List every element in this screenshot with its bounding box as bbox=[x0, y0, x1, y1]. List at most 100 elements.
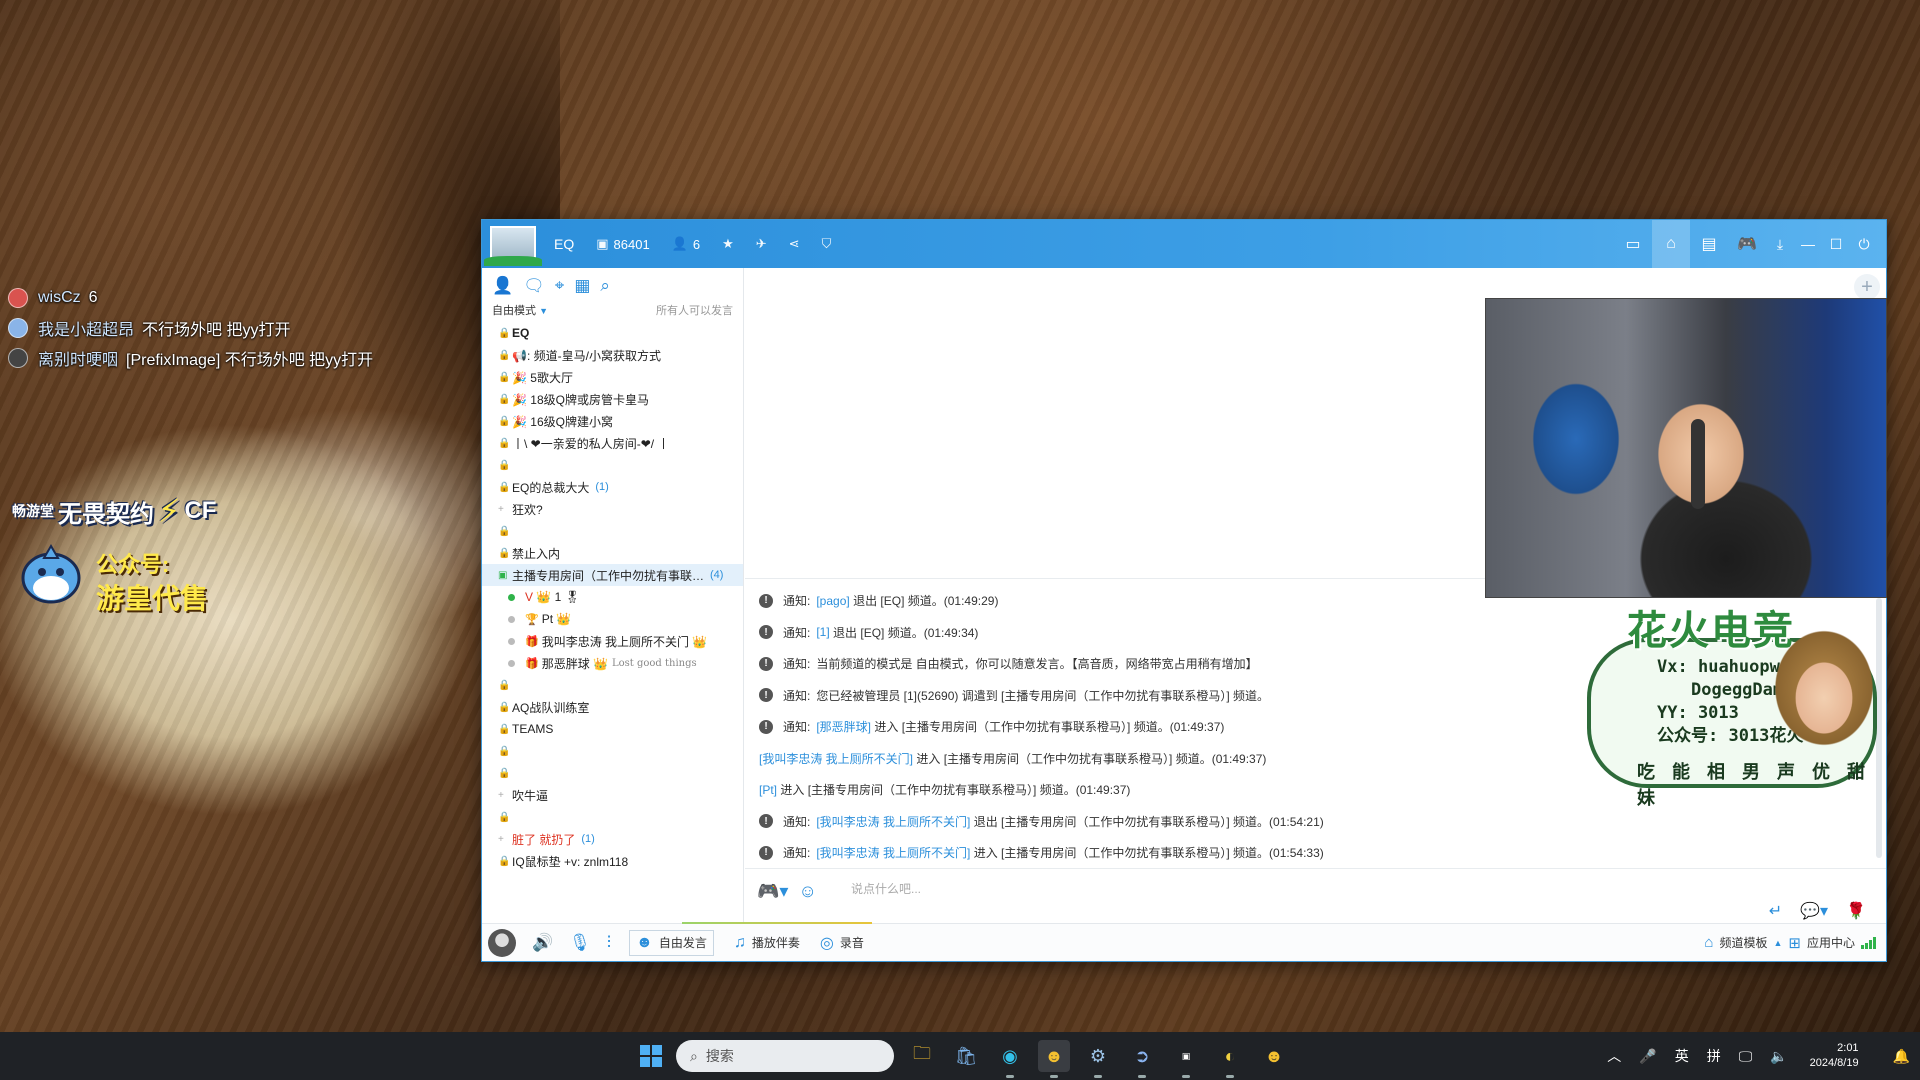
share-button[interactable]: ⋖ bbox=[789, 236, 800, 252]
send-enter-icon[interactable]: ↵ bbox=[1769, 901, 1782, 921]
record-button[interactable]: ◎ 录音 bbox=[820, 933, 864, 953]
flower-gift-icon[interactable]: 🌹 bbox=[1846, 901, 1866, 921]
yy-helper-icon[interactable]: ☻ bbox=[1258, 1040, 1290, 1072]
channel-item[interactable]: 🔒 EQ bbox=[482, 322, 743, 344]
lock-icon: 🔒 bbox=[498, 459, 511, 471]
channel-item[interactable]: 🔒 🎉 16级Q牌建小窝 bbox=[482, 410, 743, 432]
channel-item[interactable]: 🔒 bbox=[482, 454, 743, 476]
message-user[interactable]: [我叫李忠涛 我上厕所不关门] bbox=[759, 750, 913, 767]
message-user[interactable]: [Pt] bbox=[759, 783, 777, 797]
channel-item[interactable]: 🔒 丨\ ❤一亲爱的私人房间-❤/ 丨 bbox=[482, 432, 743, 454]
minimize-button[interactable]: — bbox=[1794, 220, 1822, 268]
notification-icon[interactable]: 🔔 bbox=[1893, 1048, 1910, 1065]
notice-icon: ! bbox=[759, 719, 773, 734]
clock[interactable]: 2:01 2024/8/19 bbox=[1810, 1041, 1859, 1071]
channel-template-button[interactable]: 频道模板 bbox=[1719, 934, 1767, 951]
channel-item[interactable]: 🔒 bbox=[482, 740, 743, 762]
message-input[interactable] bbox=[851, 877, 1451, 901]
channel-item[interactable]: 🔒 🎉 5歌大厅 bbox=[482, 366, 743, 388]
file-explorer-icon[interactable]: 🗀 bbox=[906, 1040, 938, 1072]
airplane-button[interactable]: ✈ bbox=[756, 236, 767, 252]
channel-item[interactable]: 🔒 TEAMS bbox=[482, 718, 743, 740]
clipboard-icon[interactable]: ▦ bbox=[574, 276, 590, 296]
microphone-icon[interactable]: 🎙 bbox=[569, 933, 591, 953]
search-icon[interactable]: ⌕ bbox=[600, 276, 610, 296]
download-button[interactable]: ⤓ bbox=[1766, 220, 1794, 268]
ime-mode[interactable]: 拼 bbox=[1707, 1046, 1721, 1066]
taskbar-search[interactable]: ⌕ 搜索 bbox=[676, 1040, 894, 1072]
chat-bubble-icon[interactable]: 🗨 bbox=[523, 276, 545, 296]
shield-button[interactable]: ⛉ bbox=[822, 236, 832, 252]
channel-item[interactable]: 🔒 EQ的总裁大大 (1) bbox=[482, 476, 743, 498]
maximize-button[interactable]: ☐ bbox=[1822, 220, 1850, 268]
close-button[interactable]: ⏻ bbox=[1850, 220, 1878, 268]
channel-item[interactable]: 🔒 IQ鼠标垫 +v: znlm118 bbox=[482, 850, 743, 872]
privacy-app-icon[interactable]: ▣ bbox=[1170, 1040, 1202, 1078]
lock-icon: 🔒 bbox=[498, 371, 511, 383]
speak-mode[interactable]: 自由模式 ▼ 所有人可以发言 bbox=[482, 300, 743, 320]
add-button[interactable]: + bbox=[1854, 274, 1880, 300]
network-icon[interactable]: 🖵 bbox=[1739, 1048, 1753, 1065]
online-count[interactable]: 👤 6 bbox=[672, 236, 700, 252]
room-logo[interactable] bbox=[484, 226, 542, 266]
grid-icon: ⊞ bbox=[1788, 934, 1801, 952]
edge-icon[interactable]: ◉ bbox=[994, 1040, 1026, 1078]
avatar[interactable] bbox=[488, 928, 516, 957]
game-button[interactable]: 🎮 bbox=[1728, 220, 1766, 268]
channel-item[interactable]: 🔒 AQ战队训练室 bbox=[482, 696, 743, 718]
channel-item[interactable]: 🔒 bbox=[482, 806, 743, 828]
expand-icon[interactable]: + bbox=[498, 834, 512, 845]
mixer-icon[interactable]: ⫶ bbox=[607, 933, 611, 953]
message-label: 通知: bbox=[783, 846, 811, 861]
speaker-icon[interactable]: 🔊 bbox=[532, 933, 553, 953]
emoticon-icon[interactable]: ☺ bbox=[798, 881, 816, 902]
message-user[interactable]: [我叫李忠涛 我上厕所不关门] bbox=[816, 813, 970, 830]
member-item[interactable]: 🎁 那恶胖球 👑 Lost good things bbox=[482, 652, 743, 674]
expand-icon[interactable]: + bbox=[498, 790, 512, 801]
favorite-button[interactable]: ★ bbox=[722, 236, 734, 252]
home-button[interactable]: ⌂ bbox=[1652, 220, 1690, 268]
webcam-overlay bbox=[1485, 298, 1887, 598]
channel-item-selected[interactable]: ▣ 主播专用房间（工作中勿扰有事联… (4) bbox=[482, 564, 743, 586]
eye-app-icon[interactable]: ◐ bbox=[1214, 1040, 1246, 1078]
member-item[interactable]: 🏆 Pt 👑 bbox=[482, 608, 743, 630]
volume-icon[interactable]: 🔈 bbox=[1770, 1048, 1787, 1065]
chevron-up-icon[interactable]: ▲ bbox=[1773, 938, 1782, 948]
location-icon[interactable]: ⌖ bbox=[555, 276, 565, 296]
accompaniment-button[interactable]: ♫ 播放伴奏 bbox=[734, 934, 800, 952]
expand-icon[interactable]: + bbox=[498, 504, 512, 515]
microphone-icon[interactable]: 🎤 bbox=[1639, 1048, 1656, 1065]
message-user[interactable]: [1] bbox=[816, 625, 829, 639]
channel-item[interactable]: + 狂欢? bbox=[482, 498, 743, 520]
arrow-app-icon[interactable]: ➲ bbox=[1126, 1040, 1158, 1078]
yy-app-icon[interactable]: ☻ bbox=[1038, 1040, 1070, 1078]
channel-item[interactable]: + 脏了 就扔了 (1) bbox=[482, 828, 743, 850]
free-speak-button[interactable]: ☻ 自由发言 bbox=[629, 929, 714, 956]
channel-item[interactable]: 🔒 bbox=[482, 762, 743, 784]
channel-item[interactable]: 🔒 📢: 频道-皇马/小窝获取方式 bbox=[482, 344, 743, 366]
ime-language[interactable]: 英 bbox=[1675, 1046, 1689, 1066]
channel-item[interactable]: 🔒 bbox=[482, 520, 743, 542]
title-bar[interactable]: EQ ▣ 86401 👤 6 ★ ✈ ⋖ ⛉ ▭ ⌂ ▤ 🎮 ⤓ — ☐ ⏻ bbox=[482, 220, 1886, 268]
message-user[interactable]: [那恶胖球] bbox=[816, 718, 871, 735]
message-user[interactable]: [pago] bbox=[816, 594, 849, 608]
steam-icon[interactable]: ⚙ bbox=[1082, 1040, 1114, 1078]
sponsor-sub-line1: 公众号: bbox=[96, 552, 170, 577]
member-item[interactable]: V 👑 1 🎖 bbox=[482, 586, 743, 608]
channel-item[interactable]: 🔒 禁止入内 bbox=[482, 542, 743, 564]
channel-item[interactable]: + 吹牛逼 bbox=[482, 784, 743, 806]
store-icon[interactable]: 🛍 bbox=[950, 1040, 982, 1072]
chevron-up-icon[interactable]: ︿ bbox=[1607, 1046, 1621, 1066]
message-user[interactable]: [我叫李忠涛 我上厕所不关门] bbox=[816, 844, 970, 861]
channel-item[interactable]: 🔒 🎉 18级Q牌或房管卡皇马 bbox=[482, 388, 743, 410]
board-button[interactable]: ▤ bbox=[1690, 220, 1728, 268]
member-item[interactable]: 🎁 我叫李忠涛 我上厕所不关门 👑 bbox=[482, 630, 743, 652]
video-button[interactable]: ▭ bbox=[1614, 220, 1652, 268]
chat-bubble-dropdown-icon[interactable]: 💬▾ bbox=[1800, 901, 1828, 921]
channel-item[interactable]: 🔒 bbox=[482, 674, 743, 696]
app-center-button[interactable]: 应用中心 bbox=[1807, 934, 1855, 951]
emoji-game-icon[interactable]: 🎮▾ bbox=[757, 881, 788, 902]
start-button[interactable] bbox=[640, 1045, 662, 1067]
sponsor-sub-line2: 游皇代售 bbox=[96, 583, 209, 614]
member-icon[interactable]: 👤 bbox=[492, 276, 513, 296]
